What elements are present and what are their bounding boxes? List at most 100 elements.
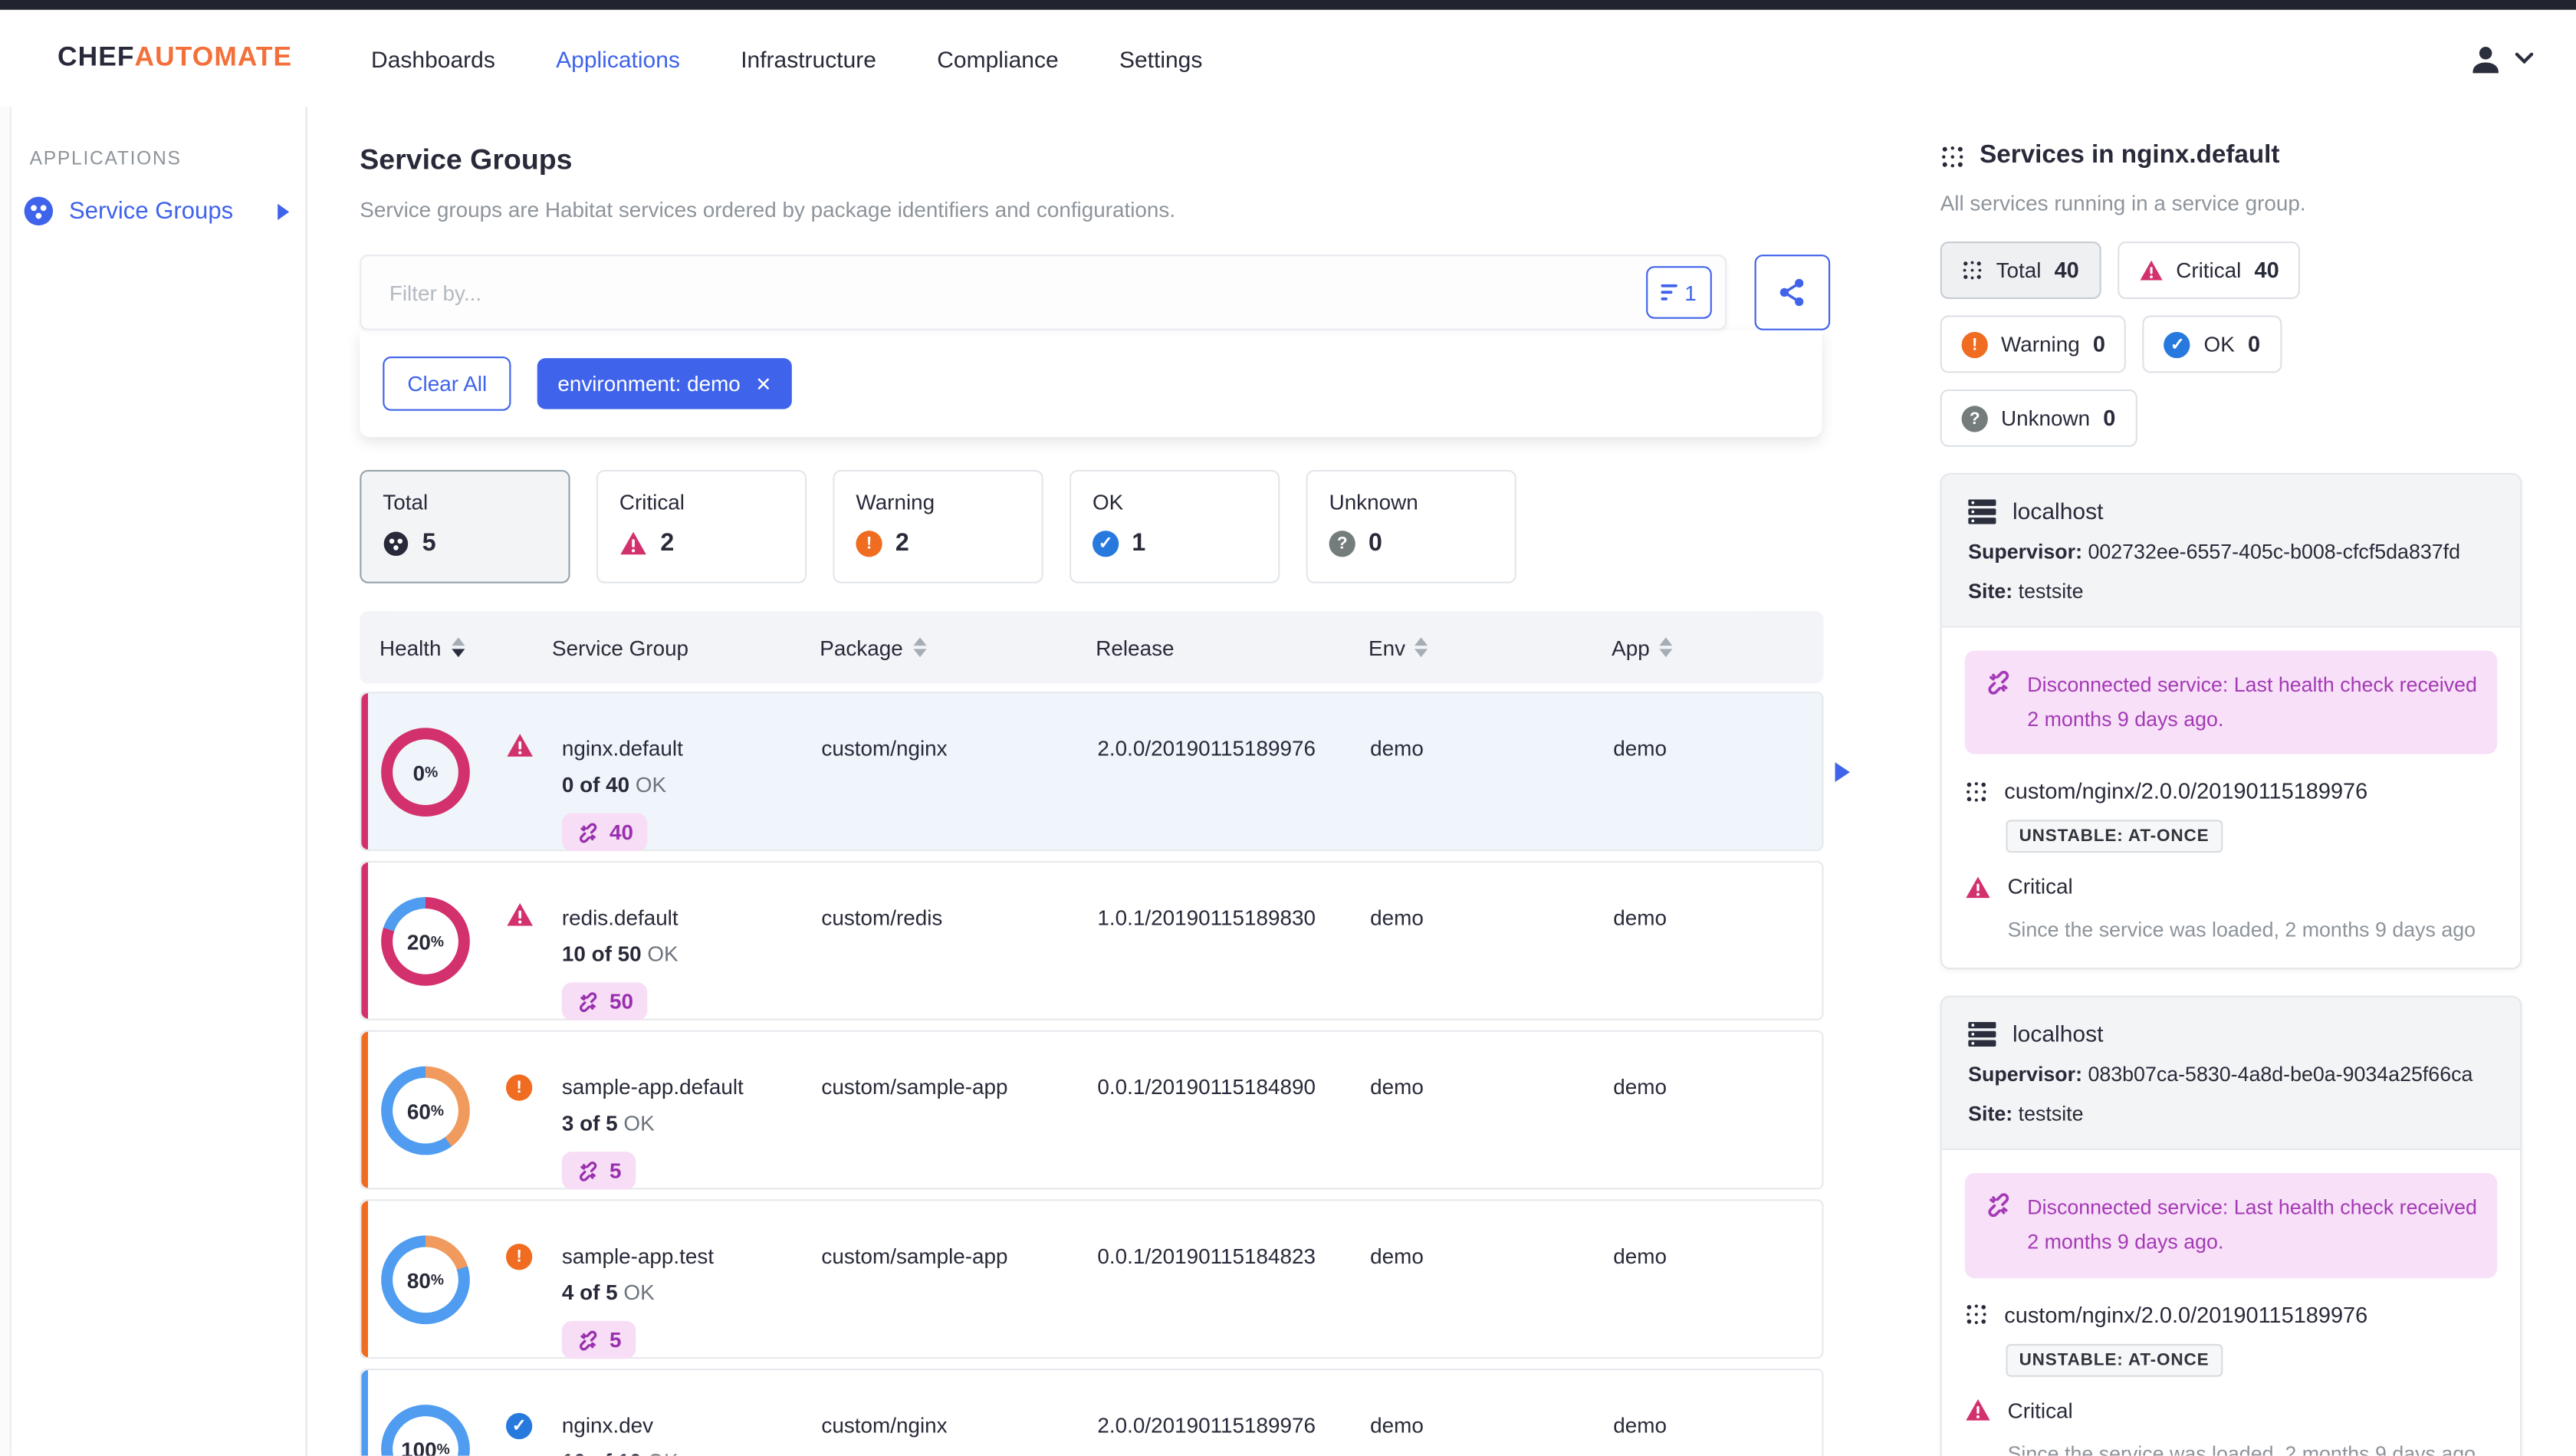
page: CHEFAUTOMATE Dashboards Applications Inf… [0,0,2576,1456]
panel-status-badges: Total 40 Critical 40 ! Warning 0 ✓ OK 0 ? Un… [1940,242,2482,447]
service-card: localhost Supervisor: 002732ee-6557-405c… [1940,473,2522,970]
sort-icons-package [912,637,926,658]
supervisor-id: 002732ee-6557-405c-b008-cfcf5da837fd [2088,541,2460,564]
nav-applications[interactable]: Applications [556,45,680,71]
badge-ok[interactable]: ✓ OK 0 [2143,315,2282,373]
clear-all-button[interactable]: Clear All [383,357,512,411]
sidebar: APPLICATIONS Service Groups [0,107,307,1456]
tile-critical[interactable]: Critical 2 [596,469,807,583]
service-group-name: nginx.default [561,736,683,761]
chef-automate-logo[interactable]: CHEFAUTOMATE [58,43,292,74]
nav-dashboards[interactable]: Dashboards [371,45,495,71]
service-card-header: localhost Supervisor: 083b07ca-5830-4a8d… [1941,998,2521,1151]
tile-total[interactable]: Total 5 [360,469,570,583]
tile-critical-label: Critical [619,489,685,514]
disconnected-alert: Disconnected service: Last health check … [1964,650,2498,755]
package-cell: custom/sample-app [821,1244,1008,1269]
badge-critical[interactable]: Critical 40 [2117,242,2301,299]
release-cell: 2.0.0/20190115189976 [1097,1412,1316,1438]
user-menu[interactable] [2468,41,2534,77]
table-header: Health Service Group Package Release Env… [360,611,1824,684]
tile-warning[interactable]: Warning ! 2 [833,469,1043,583]
broken-link-icon [580,822,597,843]
panel-title: Services in nginx.default [1980,141,2280,169]
table-row-nginx-default[interactable]: 0% nginx.default 0 of 40 OK 40 custom/ng… [360,692,1850,852]
column-package[interactable]: Package [820,635,1096,659]
table-row-nginx-dev[interactable]: 100% ✓ nginx.dev 10 of 10 OK 10 custom/n… [360,1369,1824,1456]
warning-icon: ! [1961,330,1988,358]
badge-unknown[interactable]: ? Unknown 0 [1940,389,2137,447]
service-group-list: 0% nginx.default 0 of 40 OK 40 custom/ng… [360,692,1850,1456]
host-name: localhost [2013,498,2104,524]
tile-ok[interactable]: OK ✓ 1 [1070,469,1280,583]
env-cell: demo [1370,1244,1424,1269]
tile-unknown-count: 0 [1368,529,1382,557]
filter-input[interactable] [386,278,1647,307]
sidebar-item-service-groups[interactable]: Service Groups [23,196,306,227]
service-card-body: Disconnected service: Last health check … [1942,628,2520,968]
supervisor-id: 083b07ca-5830-4a8d-be0a-9034a25f66ca [2088,1063,2473,1086]
status-tiles: Total 5 Critical 2 Warning ! 2 OK ✓ 1 Un… [360,469,1842,583]
panel-subtitle: All services running in a service group. [1940,190,2306,215]
table-row-sample-app-default[interactable]: 60% ! sample-app.default 3 of 5 OK 5 cus… [360,1030,1824,1191]
health-status: Critical [2007,1397,2073,1422]
env-cell: demo [1370,1074,1424,1099]
table-row-redis-default[interactable]: 20% redis.default 10 of 50 OK 50 custom/… [360,860,1824,1021]
critical-icon [2138,260,2163,281]
services-panel: Services in nginx.default All services r… [1940,107,2538,1456]
critical-icon [506,693,562,852]
chip-close-icon[interactable]: ✕ [755,372,772,395]
column-health[interactable]: Health [380,635,552,659]
warning-icon: ! [506,1201,562,1359]
logo-automate: AUTOMATE [134,42,293,73]
warning-icon: ! [506,1032,562,1191]
app-cell: demo [1613,1074,1667,1099]
selected-row-caret-icon [1835,762,1850,782]
column-release[interactable]: Release [1096,635,1368,659]
release-cell: 0.0.1/20190115184890 [1097,1074,1316,1099]
filter-count-button[interactable]: 1 [1646,266,1712,319]
share-icon [1779,278,1804,307]
release-cell: 1.0.1/20190115189830 [1097,905,1316,930]
package-cell: custom/nginx [821,736,948,761]
column-app[interactable]: App [1612,635,1823,659]
filter-count: 1 [1684,280,1697,305]
services-grid-icon [1965,1303,1988,1326]
top-strip [0,0,2576,10]
since-loaded-text: Since the service was loaded, 2 months 9… [2007,1441,2476,1456]
logo-chef: CHEF [58,42,135,73]
env-cell: demo [1370,905,1424,930]
package-cell: custom/redis [821,905,943,930]
badge-warning[interactable]: ! Warning 0 [1940,315,2127,373]
host-name: localhost [2013,1021,2104,1047]
critical-icon [506,863,562,1021]
nav-settings[interactable]: Settings [1119,45,1202,71]
disconnected-count-pill: 5 [561,1152,636,1190]
nav-infrastructure[interactable]: Infrastructure [741,45,876,71]
health-donut: 0% [381,728,470,817]
server-icon [1968,498,1996,524]
health-status: Critical [2007,874,2073,899]
service-group-name: nginx.dev [561,1412,654,1438]
health-donut: 60% [381,1067,470,1155]
filter-bar: 1 [360,255,1727,330]
app-cell: demo [1613,736,1667,761]
tile-unknown[interactable]: Unknown ? 0 [1306,469,1516,583]
service-package-id: custom/nginx/2.0.0/20190115189976 [2004,779,2368,804]
broken-link-icon [1985,669,2013,736]
table-row-sample-app-test[interactable]: 80% ! sample-app.test 4 of 5 OK 5 custom… [360,1199,1824,1359]
unknown-icon: ? [1961,405,1988,432]
tile-total-count: 5 [422,529,436,557]
column-service-group[interactable]: Service Group [552,635,820,659]
services-grid-icon [1940,144,1965,169]
left-scroll-track [0,107,12,1456]
badge-total[interactable]: Total 40 [1940,242,2101,299]
main-nav: Dashboards Applications Infrastructure C… [371,45,1202,71]
filter-chip-environment-demo[interactable]: environment: demo ✕ [537,358,792,409]
site-name: testsite [2018,580,2084,603]
share-button[interactable] [1754,255,1831,330]
nav-compliance[interactable]: Compliance [937,45,1058,71]
release-cell: 2.0.0/20190115189976 [1097,736,1316,761]
column-env[interactable]: Env [1368,635,1612,659]
total-cluster-icon [383,530,409,556]
